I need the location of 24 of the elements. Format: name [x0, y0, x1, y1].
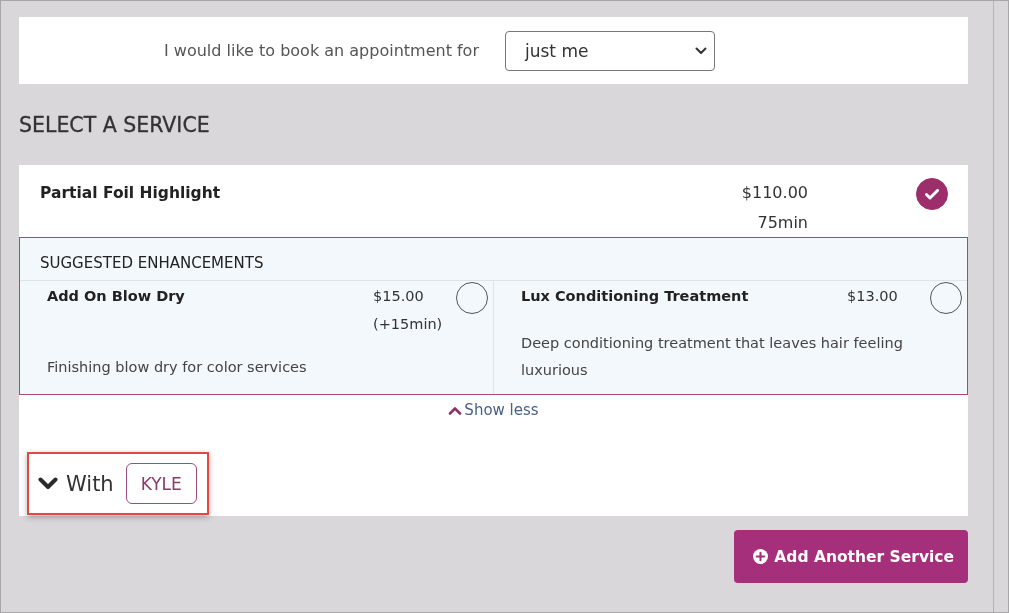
booking-label: I would like to book an appointment for [164, 41, 479, 60]
enhancement-name: Lux Conditioning Treatment [521, 287, 749, 306]
staff-button[interactable]: KYLE [125, 463, 197, 504]
show-less-link[interactable]: Show less [448, 400, 539, 420]
add-service-button[interactable]: Add Another Service [734, 530, 968, 583]
plus-circle-icon [753, 549, 769, 564]
staff-label: With [66, 471, 114, 496]
section-heading: SELECT A SERVICE [19, 112, 210, 137]
enhancement-description: Deep conditioning treatment that leaves hair feeling luxurious [521, 334, 904, 380]
enhancements-title: SUGGESTED ENHANCEMENTS [40, 254, 264, 272]
enhancement-price: $13.00 [847, 287, 898, 306]
chevron-down-icon[interactable] [38, 477, 58, 490]
service-price: $110.00 [741, 182, 808, 204]
chevron-down-icon [695, 46, 707, 55]
enhancement-duration: (+15min) [373, 315, 443, 334]
service-name: Partial Foil Highlight [40, 183, 221, 204]
service-duration: 75min [757, 212, 808, 234]
checkmark-icon [925, 188, 939, 200]
enhancement-name: Add On Blow Dry [47, 287, 185, 306]
party-dropdown[interactable]: just me [505, 30, 715, 71]
radio-button[interactable] [916, 178, 948, 210]
caret-up-icon [448, 405, 463, 415]
enhancement-description: Finishing blow dry for color services [47, 358, 308, 377]
enhancement-price: $15.00 [373, 287, 424, 306]
